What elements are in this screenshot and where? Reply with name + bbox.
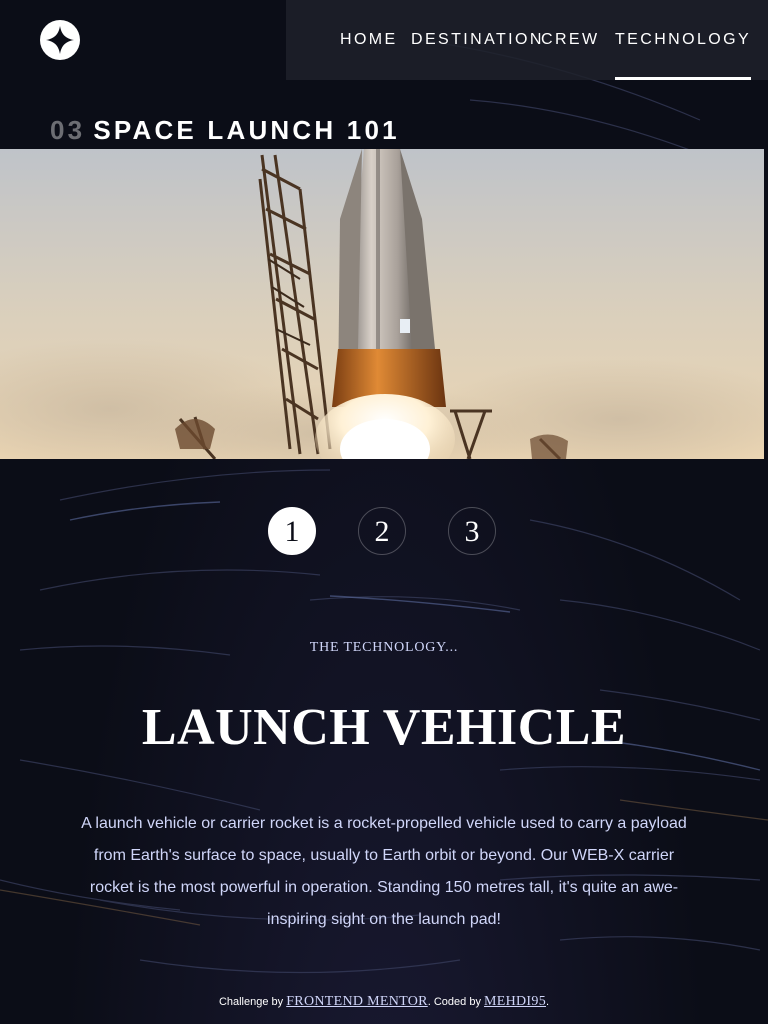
- step-button-3[interactable]: 3: [448, 507, 496, 555]
- technology-kicker: THE TECHNOLOGY...: [309, 640, 459, 655]
- technology-title: LAUNCH VEHICLE: [141, 699, 627, 756]
- launch-vehicle-image: [0, 149, 764, 459]
- author-link[interactable]: MEHDI95: [484, 994, 546, 1009]
- step-button-1[interactable]: 1: [268, 507, 316, 555]
- frontend-mentor-link[interactable]: FRONTEND MENTOR: [286, 994, 428, 1009]
- attribution-prefix: Challenge by: [218, 996, 284, 1008]
- nav-item-home: HOME: [340, 0, 398, 80]
- main-navigation: HOME DESTINATION CREW TECHNOLOGY: [286, 0, 768, 80]
- page-heading-number: 03: [50, 115, 86, 146]
- nav-link-technology[interactable]: TECHNOLOGY: [615, 0, 752, 80]
- attribution-suffix: .: [546, 996, 550, 1008]
- page-heading-label: SPACE LAUNCH 101: [93, 115, 400, 146]
- nav-link-destination[interactable]: DESTINATION: [411, 0, 544, 80]
- attribution-footer: Challenge by FRONTEND MENTOR. Coded by M…: [0, 994, 768, 1010]
- nav-link-crew[interactable]: CREW: [541, 0, 599, 80]
- page-heading: 03 SPACE LAUNCH 101: [50, 115, 400, 146]
- technology-step-selector: 1 2 3: [268, 507, 500, 559]
- site-header: HOME DESTINATION CREW TECHNOLOGY: [0, 0, 768, 80]
- nav-item-destination: DESTINATION: [411, 0, 544, 80]
- nav-item-technology: TECHNOLOGY: [615, 0, 752, 80]
- nav-item-crew: CREW: [541, 0, 599, 80]
- attribution-middle: . Coded by: [427, 996, 481, 1008]
- technology-description: A launch vehicle or carrier rocket is a …: [81, 815, 687, 928]
- logo-icon[interactable]: [40, 20, 80, 60]
- nav-link-home[interactable]: HOME: [340, 0, 398, 80]
- rocket-launch-illustration: [0, 149, 764, 459]
- step-button-2[interactable]: 2: [358, 507, 406, 555]
- four-point-star-logo-icon: [46, 26, 74, 54]
